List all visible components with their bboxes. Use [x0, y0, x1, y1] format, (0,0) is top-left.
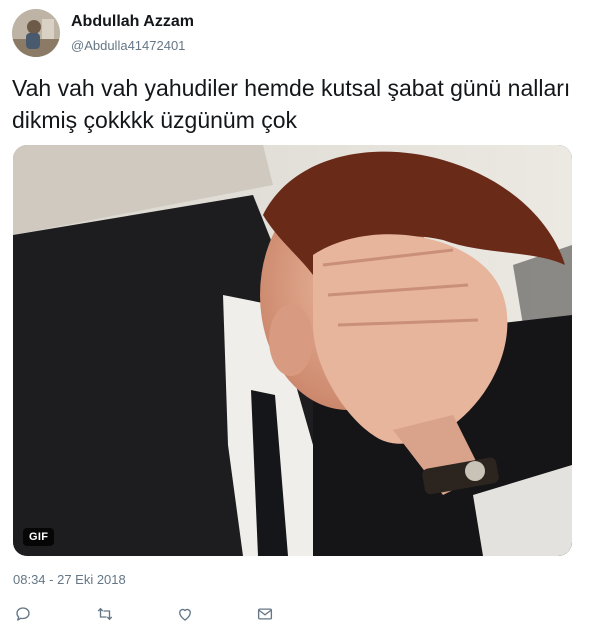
tweet-media[interactable]: GIF: [13, 145, 572, 556]
like-button[interactable]: [174, 603, 196, 625]
avatar-image: [12, 9, 60, 57]
avatar[interactable]: [12, 9, 60, 57]
action-bar: [12, 603, 572, 625]
like-icon: [179, 608, 191, 621]
retweet-button[interactable]: [94, 603, 116, 625]
dm-icon: [257, 608, 273, 620]
gif-badge: GIF: [23, 528, 55, 546]
user-handle[interactable]: @Abdulla41472401: [71, 38, 185, 53]
gif-image: [13, 145, 572, 556]
tweet-text: Vah vah vah yahudiler hemde kutsal şabat…: [12, 75, 571, 133]
display-name[interactable]: Abdullah Azzam: [71, 13, 194, 31]
reply-icon: [16, 607, 30, 621]
reply-button[interactable]: [12, 603, 34, 625]
timestamp[interactable]: 08:34 - 27 Eki 2018: [13, 572, 126, 587]
retweet-icon: [97, 607, 113, 621]
dm-button[interactable]: [254, 603, 276, 625]
